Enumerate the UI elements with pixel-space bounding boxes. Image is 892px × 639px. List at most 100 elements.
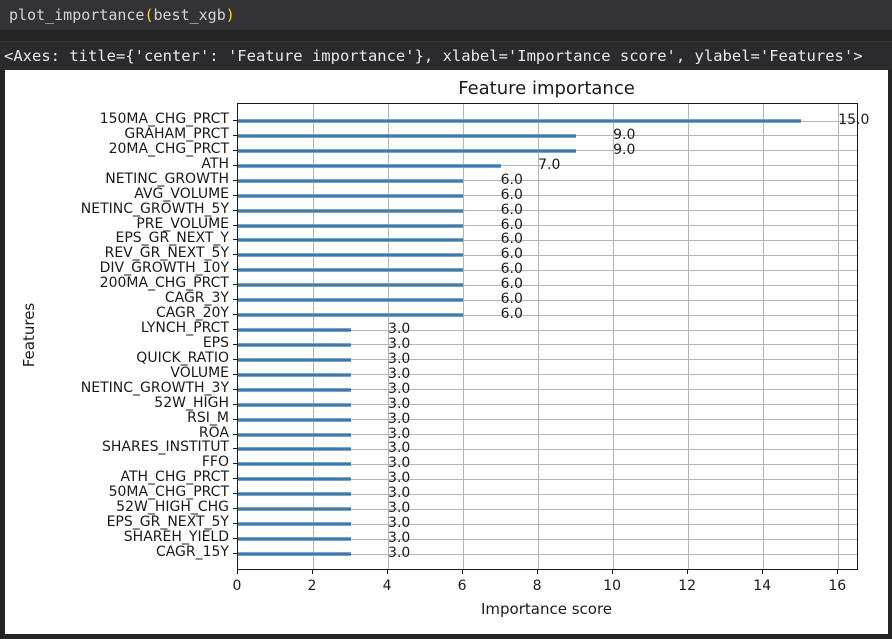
importance-bar: [238, 134, 576, 138]
importance-bar: [238, 328, 351, 332]
y-tick-mark: [233, 135, 237, 136]
y-tick-mark: [233, 538, 237, 539]
y-tick-mark: [233, 120, 237, 121]
y-tick-label: CAGR_15Y: [5, 544, 229, 561]
importance-bar: [238, 447, 351, 451]
y-tick-mark: [233, 463, 237, 464]
x-gridline: [763, 104, 764, 569]
x-tick-label: 0: [217, 578, 257, 594]
x-tick-mark: [462, 569, 463, 574]
y-tick-mark: [233, 165, 237, 166]
plot-area: 15.09.09.07.06.06.06.06.06.06.06.06.06.0…: [237, 103, 858, 570]
x-tick-label: 12: [667, 578, 707, 594]
x-tick-mark: [837, 569, 838, 574]
importance-bar: [238, 373, 351, 377]
importance-bar: [238, 477, 351, 481]
x-tick-mark: [312, 569, 313, 574]
x-gridline: [688, 104, 689, 569]
x-tick-mark: [387, 569, 388, 574]
importance-bar: [238, 283, 463, 287]
bar-value-label: 6.0: [501, 306, 523, 323]
bar-value-label: 15.0: [838, 112, 869, 129]
x-tick-label: 8: [517, 578, 557, 594]
x-gridline: [313, 104, 314, 569]
importance-bar: [238, 119, 801, 123]
y-tick-mark: [233, 239, 237, 240]
code-cell-input[interactable]: plot_importance(best_xgb): [0, 0, 892, 30]
importance-bar: [238, 343, 351, 347]
x-axis-label: Importance score: [237, 600, 856, 618]
importance-bar: [238, 149, 576, 153]
y-tick-mark: [233, 225, 237, 226]
importance-bar: [238, 358, 351, 362]
cell-output-repr: <Axes: title={'center': 'Feature importa…: [0, 42, 892, 70]
y-tick-mark: [233, 269, 237, 270]
importance-bar: [238, 238, 463, 242]
y-tick-mark: [233, 254, 237, 255]
importance-bar: [238, 179, 463, 183]
importance-bar: [238, 552, 351, 556]
open-paren: (: [144, 6, 153, 24]
y-tick-mark: [233, 448, 237, 449]
y-tick-mark: [233, 210, 237, 211]
importance-bar: [238, 194, 463, 198]
y-tick-mark: [233, 553, 237, 554]
x-gridline: [463, 104, 464, 569]
bar-value-label: 7.0: [538, 157, 560, 174]
importance-bar: [238, 253, 463, 257]
importance-bar: [238, 209, 463, 213]
y-tick-mark: [233, 344, 237, 345]
importance-bar: [238, 507, 351, 511]
importance-bar: [238, 492, 351, 496]
x-tick-mark: [237, 569, 238, 574]
x-tick-mark: [537, 569, 538, 574]
y-tick-mark: [233, 508, 237, 509]
y-tick-mark: [233, 434, 237, 435]
close-paren: ): [226, 6, 235, 24]
code-argument: best_xgb: [154, 6, 226, 24]
x-tick-mark: [612, 569, 613, 574]
x-tick-mark: [762, 569, 763, 574]
importance-bar: [238, 313, 463, 317]
y-tick-mark: [233, 180, 237, 181]
y-tick-mark: [233, 284, 237, 285]
cell-divider: [0, 30, 892, 42]
importance-bar: [238, 268, 463, 272]
y-tick-mark: [233, 404, 237, 405]
y-tick-mark: [233, 478, 237, 479]
importance-bar: [238, 224, 463, 228]
x-tick-mark: [687, 569, 688, 574]
y-tick-mark: [233, 314, 237, 315]
chart-title: Feature importance: [237, 78, 856, 102]
y-tick-mark: [233, 523, 237, 524]
y-tick-mark: [233, 419, 237, 420]
importance-bar: [238, 433, 351, 437]
code-function-name: plot_importance: [9, 6, 144, 24]
x-gridline: [838, 104, 839, 569]
y-tick-mark: [233, 299, 237, 300]
matplotlib-figure: Feature importance Features 15.09.09.07.…: [5, 70, 888, 634]
importance-bar: [238, 418, 351, 422]
importance-bar: [238, 462, 351, 466]
x-tick-label: 6: [442, 578, 482, 594]
x-tick-label: 4: [367, 578, 407, 594]
x-tick-label: 2: [292, 578, 332, 594]
importance-bar: [238, 164, 501, 168]
y-tick-mark: [233, 195, 237, 196]
y-tick-mark: [233, 150, 237, 151]
x-gridline: [613, 104, 614, 569]
y-tick-mark: [233, 389, 237, 390]
importance-bar: [238, 388, 351, 392]
x-tick-label: 10: [592, 578, 632, 594]
y-tick-mark: [233, 374, 237, 375]
importance-bar: [238, 298, 463, 302]
importance-bar: [238, 537, 351, 541]
importance-bar: [238, 403, 351, 407]
x-tick-label: 14: [742, 578, 782, 594]
y-tick-mark: [233, 493, 237, 494]
y-tick-mark: [233, 359, 237, 360]
importance-bar: [238, 522, 351, 526]
bar-value-label: 3.0: [388, 545, 410, 562]
x-tick-label: 16: [817, 578, 857, 594]
bar-value-label: 9.0: [613, 142, 635, 159]
